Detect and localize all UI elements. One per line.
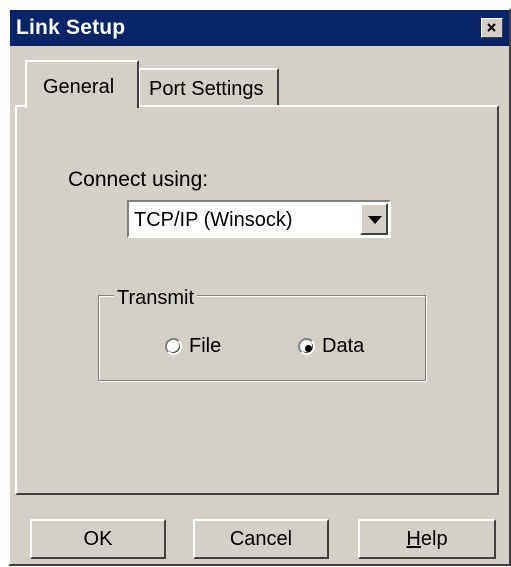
link-setup-dialog: Link Setup General Port Settings Connect…: [8, 8, 511, 566]
window-title: Link Setup: [16, 16, 126, 39]
tab-port-settings-label: Port Settings: [149, 78, 264, 100]
cancel-button[interactable]: Cancel: [193, 519, 329, 559]
close-icon: [487, 23, 496, 32]
tab-general-label: General: [43, 76, 115, 98]
help-button[interactable]: Help: [358, 519, 496, 559]
ok-button[interactable]: OK: [30, 519, 166, 559]
title-bar[interactable]: Link Setup: [10, 10, 509, 46]
tab-general[interactable]: General: [25, 60, 139, 108]
tab-panel-general: [15, 105, 499, 495]
close-button[interactable]: [481, 18, 503, 38]
tab-port-settings[interactable]: Port Settings: [138, 68, 279, 106]
